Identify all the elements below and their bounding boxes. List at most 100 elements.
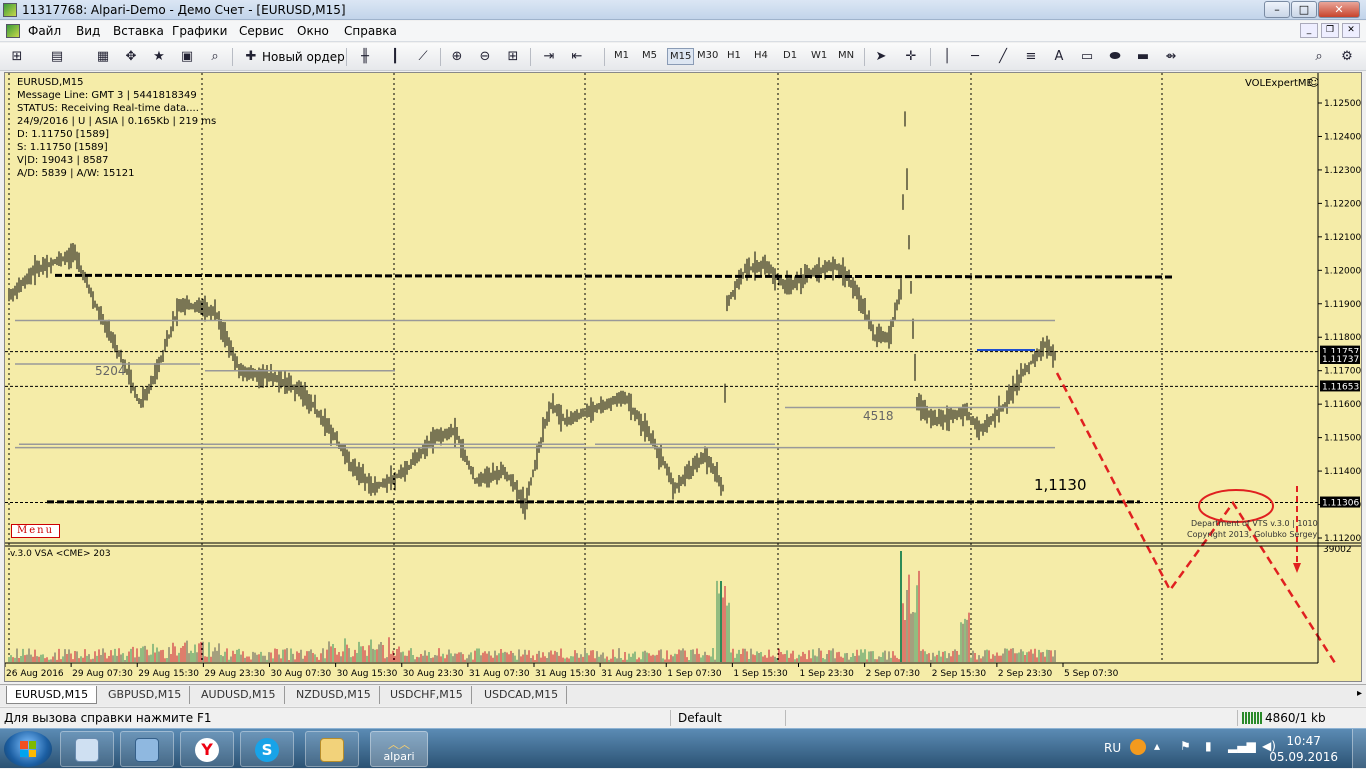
mdi-close-button[interactable]: ✕: [1342, 23, 1360, 38]
auto-scroll-icon[interactable]: ⇥: [538, 47, 560, 67]
price-tick-label: 1.11400: [1324, 467, 1361, 477]
taskbar-yandex-icon[interactable]: Y: [180, 731, 234, 767]
price-label: 1.11306: [1322, 499, 1359, 509]
horizontal-line-icon[interactable]: ─: [964, 47, 986, 67]
taskbar-calculator-icon[interactable]: [60, 731, 114, 767]
zoom-out-icon[interactable]: ⊖: [474, 47, 496, 67]
symbol-header: EURUSD,M15: [17, 77, 84, 88]
start-button[interactable]: [4, 731, 52, 767]
taskbar-computer-icon[interactable]: [120, 731, 174, 767]
tf-mn[interactable]: MN: [838, 50, 854, 61]
price-tick-label: 1.12100: [1324, 233, 1361, 243]
tf-d1[interactable]: D1: [783, 50, 797, 61]
tf-m1[interactable]: M1: [614, 50, 629, 61]
menu-file[interactable]: Файл: [28, 24, 61, 38]
language-indicator[interactable]: RU: [1104, 741, 1121, 755]
text-label-icon[interactable]: ▭: [1076, 47, 1098, 67]
tile-windows-icon[interactable]: ⊞: [502, 47, 524, 67]
new-order-button[interactable]: Новый ордер: [262, 47, 345, 67]
ellipse-icon[interactable]: ⬬: [1104, 47, 1126, 67]
price-label: 1.11653: [1322, 382, 1359, 392]
time-tick-label: 2 Sep 07:30: [866, 669, 921, 679]
bar-chart-icon[interactable]: ╫: [354, 47, 376, 67]
menu-tools[interactable]: Сервис: [239, 24, 284, 38]
market-watch-icon[interactable]: ▦: [92, 47, 114, 67]
tray-device-icon[interactable]: ▮: [1205, 739, 1212, 753]
vertical-line-icon[interactable]: │: [936, 47, 958, 67]
rectangle-icon[interactable]: ▬: [1132, 47, 1154, 67]
terminal-icon[interactable]: ★: [148, 47, 170, 67]
cursor-icon[interactable]: ➤: [870, 47, 892, 67]
time-tick-label: 1 Sep 15:30: [733, 669, 788, 679]
expert-smile-icon[interactable]: ☺: [1308, 76, 1319, 89]
menu-button[interactable]: Menu: [11, 524, 60, 538]
search-icon[interactable]: ⌕: [1308, 47, 1330, 67]
chart-window-icon[interactable]: [6, 24, 20, 38]
indicator-max-label: 39002: [1323, 545, 1352, 555]
mdi-minimize-button[interactable]: _: [1300, 23, 1318, 38]
menu-window[interactable]: Окно: [297, 24, 329, 38]
chart-window[interactable]: 1.12500 1.12400 1.12300 1.12200 1.12100 1.120…: [4, 72, 1362, 682]
trendline-icon[interactable]: ╱: [992, 47, 1014, 67]
tf-m30[interactable]: M30: [697, 50, 718, 61]
profiles-icon[interactable]: ▤: [46, 47, 68, 67]
taskbar-alpari-button[interactable]: ︿︿ alpari: [370, 731, 428, 767]
info-line: V|D: 19043 | 8587: [17, 155, 109, 166]
navigator-icon[interactable]: ✥: [120, 47, 142, 67]
price-tick-label: 1.11600: [1324, 400, 1361, 410]
menu-view[interactable]: Вид: [76, 24, 100, 38]
tray-arrow-icon[interactable]: ▴: [1154, 739, 1160, 753]
taskbar-explorer-icon[interactable]: [305, 731, 359, 767]
time-tick-label: 30 Aug 15:30: [337, 669, 398, 679]
tray-flag-icon[interactable]: ⚑: [1180, 739, 1191, 753]
time-tick-label: 29 Aug 15:30: [138, 669, 199, 679]
new-chart-icon[interactable]: ⊞: [6, 47, 28, 67]
tf-h1[interactable]: H1: [727, 50, 741, 61]
tf-w1[interactable]: W1: [811, 50, 827, 61]
taskbar-skype-icon[interactable]: S: [240, 731, 294, 767]
chart-shift-icon[interactable]: ⇤: [566, 47, 588, 67]
text-icon[interactable]: A: [1048, 47, 1070, 67]
status-bar: Для вызова справки нажмите F1 Default 48…: [0, 707, 1366, 727]
strategy-tester-icon[interactable]: ⌕: [204, 47, 226, 67]
menu-help[interactable]: Справка: [344, 24, 397, 38]
mdi-restore-button[interactable]: ❐: [1321, 23, 1339, 38]
menu-charts[interactable]: Графики: [172, 24, 227, 38]
settings-icon[interactable]: ⚙: [1336, 47, 1358, 67]
info-line: A/D: 5839 | A/W: 15121: [17, 168, 135, 179]
time-tick-label: 2 Sep 15:30: [932, 669, 987, 679]
window-title: 11317768: Alpari-Demo - Демо Счет - [EUR…: [22, 3, 346, 17]
close-button[interactable]: ✕: [1318, 1, 1360, 18]
tab-audusd[interactable]: AUDUSD,M15: [193, 686, 285, 704]
tf-m5[interactable]: M5: [642, 50, 657, 61]
tab-usdcad[interactable]: USDCAD,M15: [476, 686, 568, 704]
tab-usdchf[interactable]: USDCHF,M15: [382, 686, 472, 704]
new-order-icon[interactable]: ✚: [240, 47, 262, 67]
time-tick-label: 5 Sep 07:30: [1064, 669, 1119, 679]
candlestick-icon[interactable]: ┃: [384, 47, 406, 67]
menu-insert[interactable]: Вставка: [113, 24, 164, 38]
maximize-button[interactable]: □: [1291, 1, 1317, 18]
minimize-button[interactable]: –: [1264, 1, 1290, 18]
tf-m15[interactable]: M15: [667, 48, 695, 65]
clock[interactable]: 10:47 05.09.2016: [1269, 733, 1338, 765]
tray-network-icon[interactable]: ▂▄▆: [1228, 739, 1256, 753]
arrows-icon[interactable]: ⇴: [1160, 47, 1182, 67]
tab-gbpusd[interactable]: GBPUSD,M15: [100, 686, 191, 704]
price-tick-label: 1.12000: [1324, 266, 1361, 276]
price-tick-label: 1.12400: [1324, 132, 1361, 142]
zoom-in-icon[interactable]: ⊕: [446, 47, 468, 67]
tab-scroll-right-icon[interactable]: ▸: [1357, 688, 1362, 699]
crosshair-icon[interactable]: ✛: [900, 47, 922, 67]
tf-h4[interactable]: H4: [754, 50, 768, 61]
time-tick-label: 30 Aug 07:30: [271, 669, 332, 679]
equidistant-channel-icon[interactable]: ≡: [1020, 47, 1042, 67]
info-line: 24/9/2016 | U | ASIA | 0.165Kb | 219 ms: [17, 116, 217, 127]
time-tick-label: 29 Aug 07:30: [72, 669, 133, 679]
data-window-icon[interactable]: ▣: [176, 47, 198, 67]
line-chart-icon[interactable]: ⟋: [412, 47, 434, 67]
tab-nzdusd[interactable]: NZDUSD,M15: [288, 686, 380, 704]
show-desktop-button[interactable]: [1352, 729, 1366, 769]
tray-app-icon[interactable]: [1130, 739, 1146, 755]
tab-eurusd[interactable]: EURUSD,M15: [6, 686, 98, 704]
